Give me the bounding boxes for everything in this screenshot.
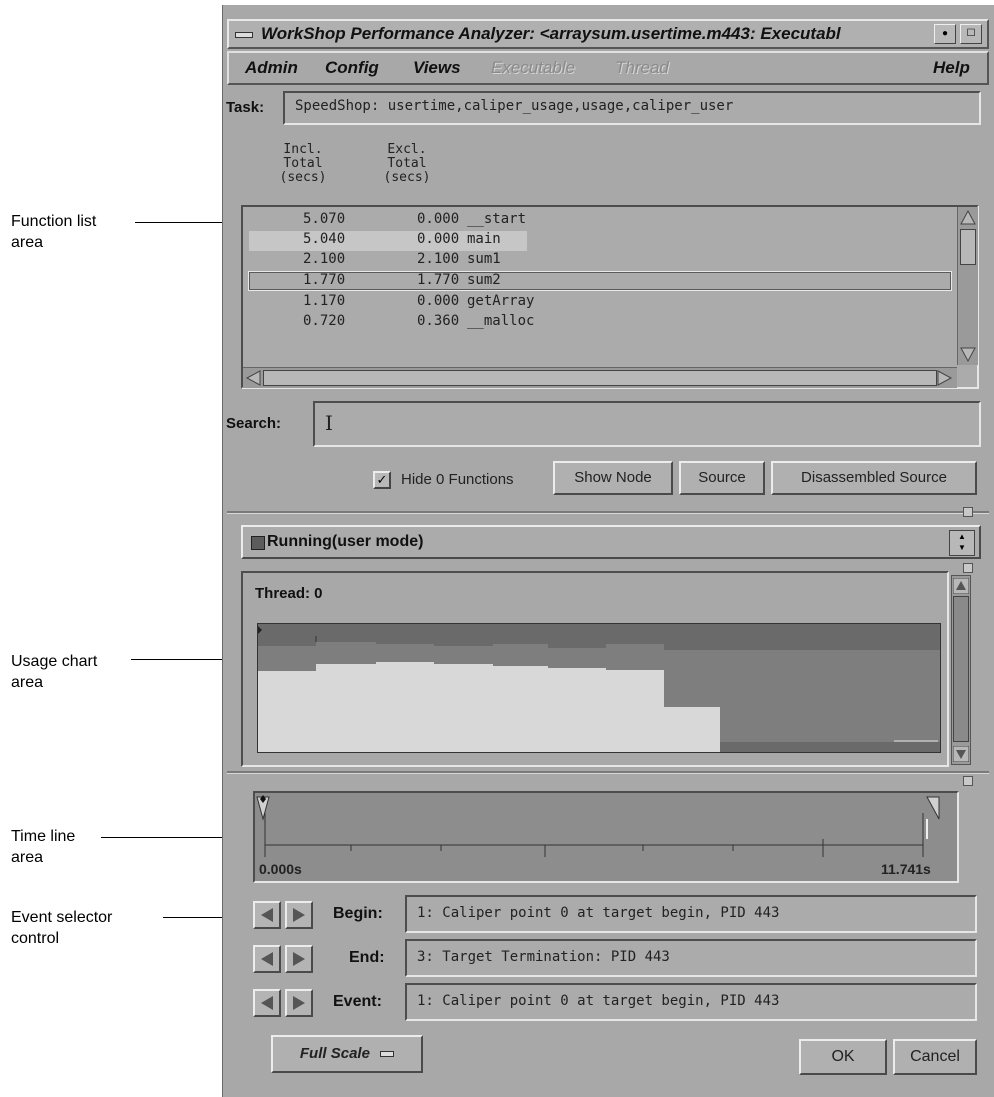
cancel-button[interactable]: Cancel [893,1039,977,1075]
callout-line [163,917,225,918]
menu-help[interactable]: Help [933,58,970,78]
callout-usage-chart: Usage chart area [11,651,225,693]
minimize-icon[interactable]: ● [934,24,956,44]
time-line[interactable]: 0.000s 11.741s [253,791,959,883]
callout-function-list: Function list area [11,211,227,253]
task-label: Task: [226,99,265,116]
list-item[interactable]: 1.170 0.000 getArray [249,293,951,313]
begin-label: Begin: [333,905,383,922]
event-field[interactable]: 1: Caliper point 0 at target begin, PID … [405,983,977,1021]
list-item[interactable]: 2.100 2.100 sum1 [249,251,951,271]
end-event-field[interactable]: 3: Target Termination: PID 443 [405,939,977,977]
menu-executable[interactable]: Executable [491,58,575,78]
sash-handle[interactable] [963,507,973,517]
begin-event-field[interactable]: 1: Caliper point 0 at target begin, PID … [405,895,977,933]
mode-color-swatch [251,536,265,550]
usage-chart-vscrollbar[interactable] [951,575,971,765]
menu-config[interactable]: Config [325,58,379,78]
sash-handle[interactable] [963,776,973,786]
list-item[interactable]: 5.040 0.000 main [249,231,527,251]
menu-bar: Admin Config Views Executable Thread Hel… [227,51,989,85]
callout-time-line: Time line area [11,826,225,868]
scroll-thumb[interactable] [263,370,937,386]
search-label: Search: [226,415,282,432]
begin-next-button[interactable] [285,901,313,929]
maximize-icon[interactable]: ☐ [960,24,982,44]
callout-line [131,659,225,660]
menu-views[interactable]: Views [413,58,461,78]
performance-analyzer-window: WorkShop Performance Analyzer: <arraysum… [222,5,994,1097]
left-arrow-icon [261,996,273,1010]
hide-zero-checkbox[interactable]: ✓ [373,471,391,489]
usage-chart-svg [258,624,940,752]
full-scale-option-menu[interactable]: Full Scale [271,1035,423,1073]
time-start-label: 0.000s [259,861,302,877]
search-input[interactable]: I [313,401,981,447]
list-item[interactable]: 1.770 1.770 sum2 [248,271,952,291]
scroll-down-icon[interactable] [953,746,969,762]
begin-prev-button[interactable] [253,901,281,929]
full-scale-label: Full Scale [299,1045,370,1062]
scroll-left-icon[interactable] [245,370,261,386]
end-prev-button[interactable] [253,945,281,973]
scroll-up-icon[interactable] [953,578,969,594]
scroll-down-icon[interactable] [960,347,976,363]
time-line-svg [256,795,940,857]
scroll-thumb[interactable] [960,229,976,265]
menu-admin[interactable]: Admin [245,58,298,78]
disassembled-source-button[interactable]: Disassembled Source [771,461,977,495]
option-menu-icon [380,1051,395,1058]
function-list[interactable]: 5.070 0.000 __start 5.040 0.000 main 2.1… [241,205,979,389]
thread-label: Thread: 0 [255,585,323,602]
list-item[interactable]: 5.070 0.000 __start [249,211,951,231]
hide-zero-label[interactable]: Hide 0 Functions [401,471,514,488]
task-field[interactable]: SpeedShop: usertime,caliper_usage,usage,… [283,91,981,125]
excl-total-header[interactable]: Excl. Total (secs) [367,143,447,185]
title-bar[interactable]: WorkShop Performance Analyzer: <arraysum… [227,19,989,49]
end-next-button[interactable] [285,945,313,973]
usage-mode-label: Running(user mode) [267,533,424,550]
callout-line [135,222,227,223]
callout-line [101,837,225,838]
mode-spin-icon[interactable]: ▲ ▼ [949,530,975,556]
right-arrow-icon [293,908,305,922]
left-arrow-icon [261,952,273,966]
window-menu-icon[interactable] [233,26,253,42]
scroll-right-icon[interactable] [937,370,953,386]
usage-mode-selector[interactable]: Running(user mode) ▲ ▼ [241,525,981,559]
sash-handle[interactable] [963,563,973,573]
scroll-up-icon[interactable] [960,209,976,225]
event-prev-button[interactable] [253,989,281,1017]
menu-thread[interactable]: Thread [615,58,669,78]
ok-button[interactable]: OK [799,1039,887,1075]
pane-divider[interactable] [227,771,989,774]
pane-divider[interactable] [227,511,989,514]
event-label: Event: [333,993,382,1010]
time-end-label: 11.741s [881,861,931,877]
show-node-button[interactable]: Show Node [553,461,673,495]
scroll-thumb[interactable] [953,596,969,742]
window-title: WorkShop Performance Analyzer: <arraysum… [261,24,841,43]
function-list-hscrollbar[interactable] [243,367,957,388]
function-list-vscrollbar[interactable] [957,207,978,365]
source-button[interactable]: Source [679,461,765,495]
incl-total-header[interactable]: Incl. Total (secs) [263,143,343,185]
list-item[interactable]: 0.720 0.360 __malloc [249,313,951,333]
event-next-button[interactable] [285,989,313,1017]
usage-chart[interactable] [257,623,941,753]
right-arrow-icon [293,952,305,966]
right-arrow-icon [293,996,305,1010]
left-arrow-icon [261,908,273,922]
end-label: End: [349,949,385,966]
callout-event-selector: Event selector control [11,907,225,949]
